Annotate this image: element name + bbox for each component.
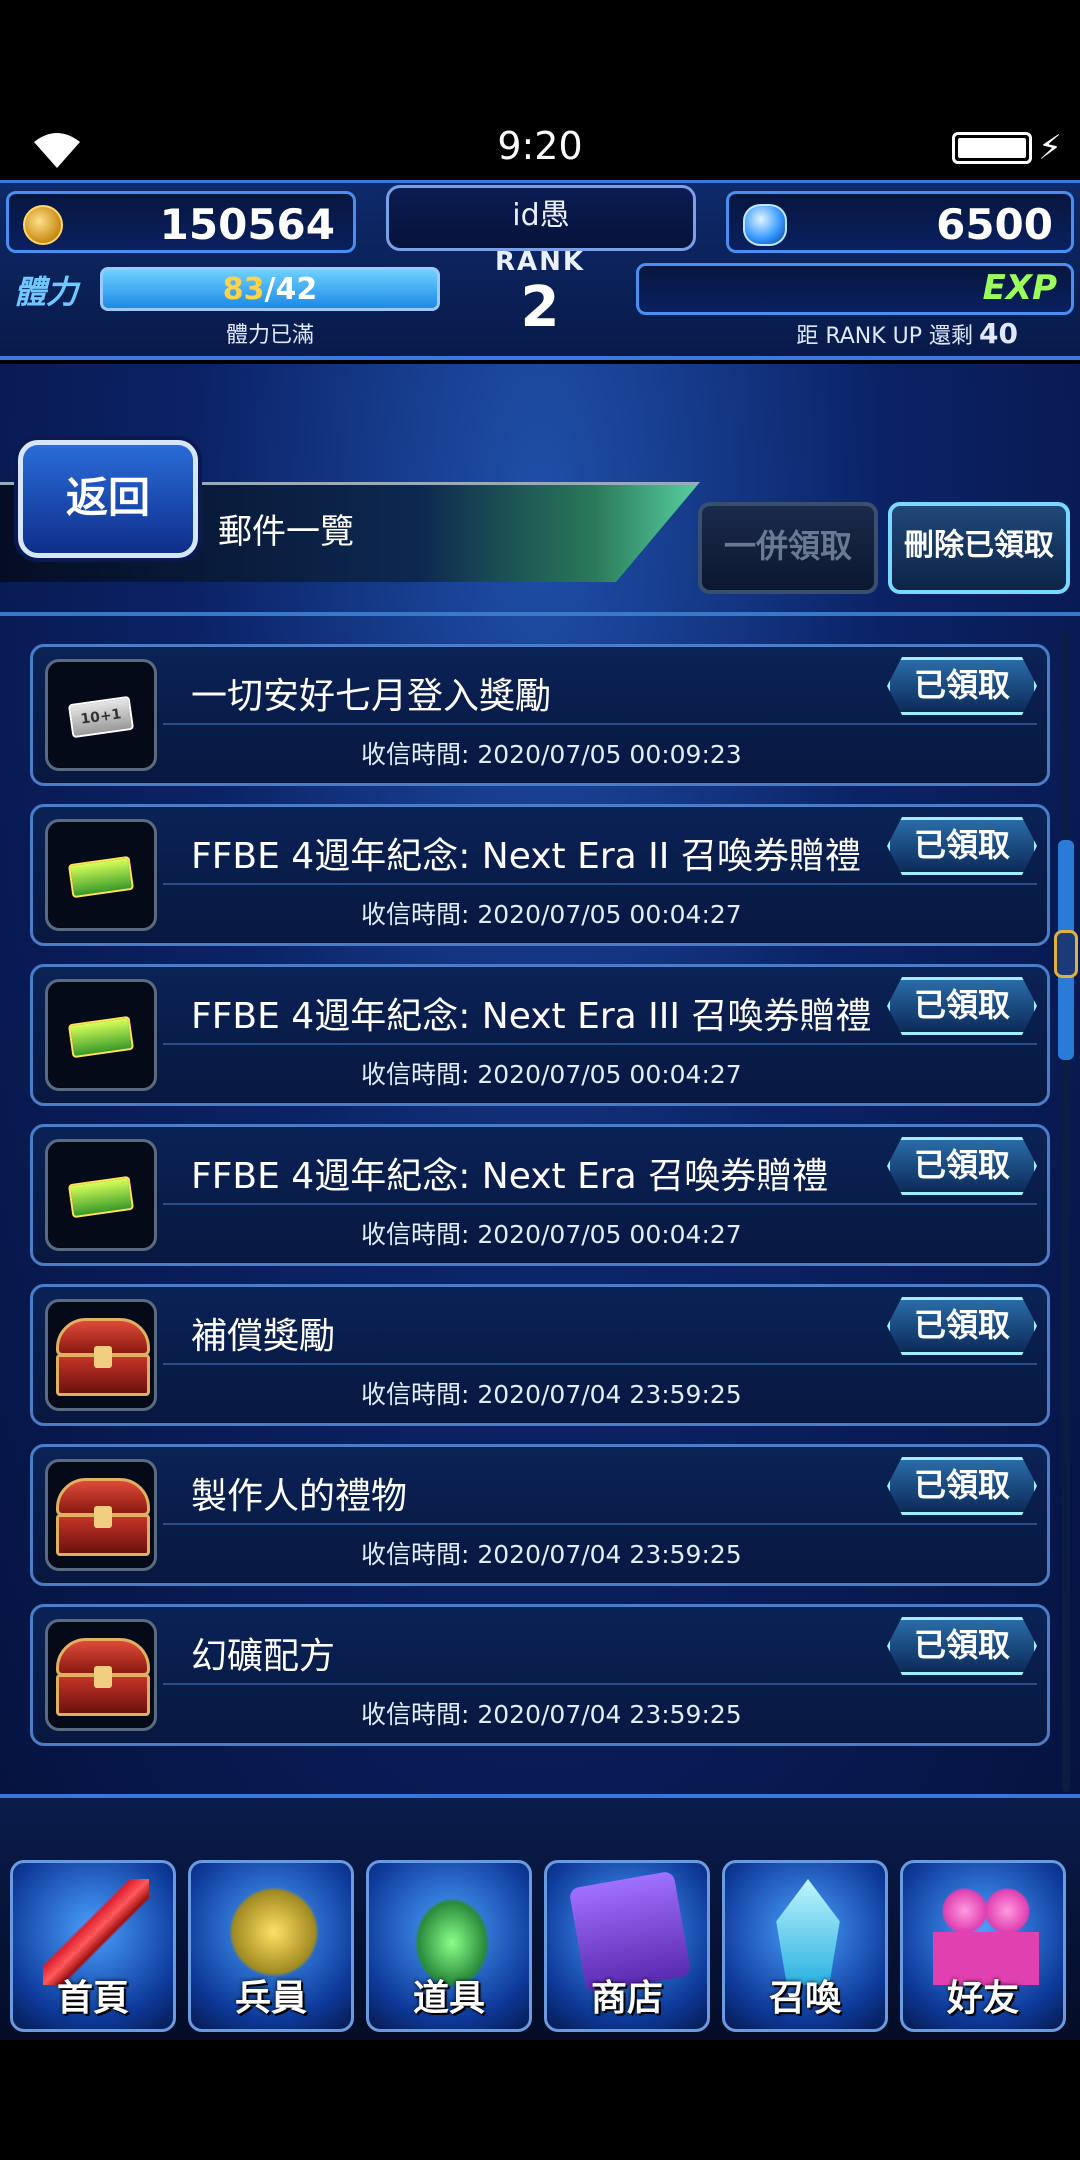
claimed-badge: 已領取 [887,657,1037,715]
gil-coin-icon [23,205,63,245]
mail-item[interactable]: 幻礦配方 收信時間: 2020/07/04 23:59:25 已領取 [30,1604,1050,1746]
page-title: 郵件一覽 [218,512,354,552]
mail-received-time: 收信時間: 2020/07/05 00:04:27 [361,1060,742,1089]
nav-home-button[interactable]: 首頁 [10,1860,176,2032]
player-name: id愚 [386,185,696,251]
summon-ticket-icon [45,819,157,931]
exp-bar: EXP [636,263,1074,315]
claimed-badge: 已領取 [887,1617,1037,1675]
lapis-amount: 6500 [936,200,1053,249]
mail-title: 幻礦配方 [191,1636,336,1677]
nav-units-button[interactable]: 兵員 [188,1860,354,2032]
mail-title: FFBE 4週年紀念: Next Era 召喚券贈禮 [191,1156,829,1197]
stamina-max: /42 [264,272,318,307]
rank-label: RANK [494,247,586,277]
stamina-status: 體力已滿 [225,323,314,348]
lapis-display: 6500 [726,191,1074,253]
claimed-badge: 已領取 [887,1457,1037,1515]
charging-icon: ⚡ [1038,128,1062,168]
mail-item[interactable]: FFBE 4週年紀念: Next Era 召喚券贈禮收信時間: 2020/07/… [30,1124,1050,1266]
mail-received-time: 收信時間: 2020/07/05 00:04:27 [361,900,742,929]
back-button[interactable]: 返回 [18,440,198,558]
exp-label: EXP [982,268,1057,308]
claimed-badge: 已領取 [887,977,1037,1035]
divider [163,1363,1037,1365]
nav-shop-button[interactable]: 商店 [544,1860,710,2032]
gil-amount: 150564 [159,200,335,249]
gil-display: 150564 [6,191,356,253]
scrollbar-track[interactable] [1062,632,1070,1792]
exp-remaining: 40 [979,317,1018,350]
delete-claimed-button[interactable]: 刪除已領取 [888,502,1070,594]
divider [163,883,1037,885]
rank-display: RANK 2 [440,247,640,363]
divider [163,1523,1037,1525]
mail-received-time: 收信時間: 2020/07/04 23:59:25 [361,1700,742,1729]
stamina-current: 83 [222,272,265,307]
nav-friends-label: 好友 [946,1978,1019,2019]
mail-item[interactable]: 10+1 一切安好七月登入獎勵收信時間: 2020/07/05 00:09:23 已… [30,644,1050,786]
nav-summon-button[interactable]: 召喚 [722,1860,888,2032]
treasure-chest-icon [45,1619,157,1731]
divider [163,1203,1037,1205]
claimed-badge: 已領取 [887,817,1037,875]
claimed-badge: 已領取 [887,1137,1037,1195]
mail-received-time: 收信時間: 2020/07/05 00:09:23 [361,740,742,769]
claim-all-button[interactable]: 一併領取 [698,502,878,594]
treasure-chest-icon [45,1459,157,1571]
ticket-10plus1-icon: 10+1 [45,659,157,771]
mail-title: FFBE 4週年紀念: Next Era III 召喚券贈禮 [191,996,872,1037]
player-hud: 150564 id愚 6500 RANK 2 體力 83/42 體力已滿 EXP… [0,180,1080,360]
nav-friends-button[interactable]: 好友 [900,1860,1066,2032]
divider [163,723,1037,725]
mail-item[interactable]: FFBE 4週年紀念: Next Era III 召喚券贈禮收信時間: 2020… [30,964,1050,1106]
rank-value: 2 [520,275,560,340]
divider [163,1683,1037,1685]
mail-item[interactable]: 補償獎勵 收信時間: 2020/07/04 23:59:25 已領取 [30,1284,1050,1426]
exp-status: 距 RANK UP 還剩 40 [636,317,1074,350]
status-bar: 9:20 ⚡ [0,0,1080,180]
scroll-handle[interactable] [1054,930,1078,978]
mail-item[interactable]: 製作人的禮物收信時間: 2020/07/04 23:59:25 已領取 [30,1444,1050,1586]
nav-items-button[interactable]: 道具 [366,1860,532,2032]
bottom-nav: 首頁 兵員 道具 商店 召喚 好友 [0,1794,1080,2040]
nav-units-label: 兵員 [234,1978,307,2019]
nav-shop-label: 商店 [590,1978,663,2019]
mail-item[interactable]: FFBE 4週年紀念: Next Era II 召喚券贈禮收信時間: 2020/… [30,804,1050,946]
mail-received-time: 收信時間: 2020/07/05 00:04:27 [361,1220,742,1249]
stamina-bar: 83/42 [100,267,440,311]
divider [163,1043,1037,1045]
mail-title: 一切安好七月登入獎勵 [191,676,552,717]
summon-ticket-icon [45,1139,157,1251]
mail-title: 製作人的禮物 [191,1476,408,1517]
status-time: 9:20 [497,124,583,168]
summon-ticket-icon [45,979,157,1091]
mail-title: FFBE 4週年紀念: Next Era II 召喚券贈禮 [191,836,861,877]
mail-title: 補償獎勵 [191,1316,336,1357]
nav-items-label: 道具 [412,1978,485,2019]
lapis-gem-icon [743,204,787,246]
mail-received-time: 收信時間: 2020/07/04 23:59:25 [361,1540,742,1569]
divider [0,612,1080,616]
bottom-bar [0,2040,1080,2160]
stamina-label: 體力 [14,273,79,311]
exp-status-text: 距 RANK UP 還剩 [796,324,974,349]
mail-list[interactable]: 10+1 一切安好七月登入獎勵收信時間: 2020/07/05 00:09:23 已… [0,620,1060,1790]
battery-icon [952,132,1032,164]
treasure-chest-icon [45,1299,157,1411]
nav-home-label: 首頁 [56,1978,129,2019]
nav-summon-label: 召喚 [768,1978,841,2019]
mail-received-time: 收信時間: 2020/07/04 23:59:25 [361,1380,742,1409]
claimed-badge: 已領取 [887,1297,1037,1355]
ticket-label: 10+1 [79,706,123,728]
